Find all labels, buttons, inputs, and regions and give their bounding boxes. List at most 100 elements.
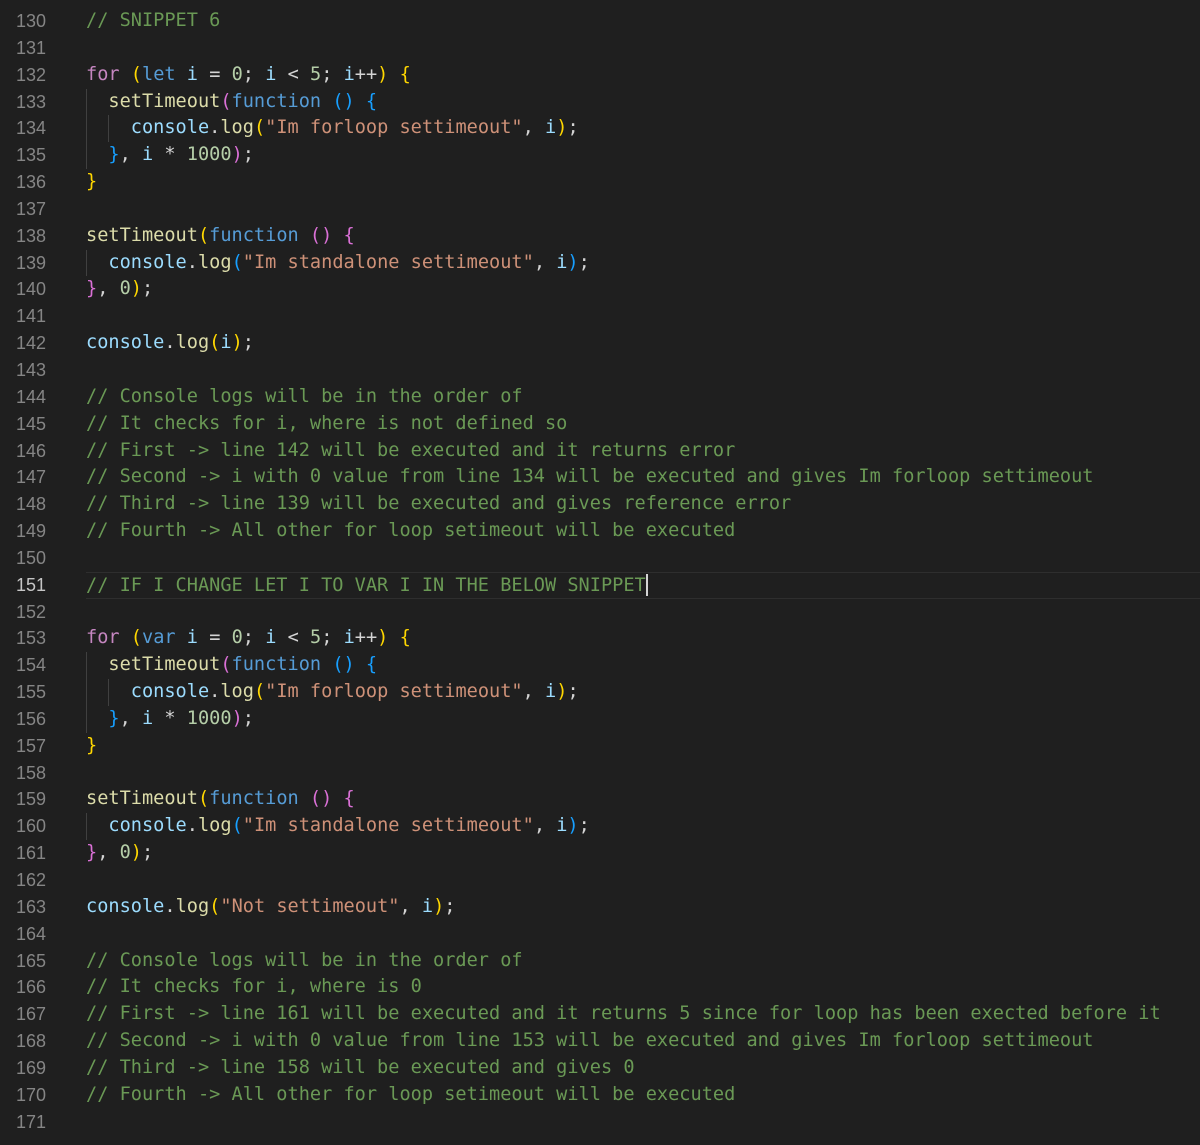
line-number: 138 [15, 225, 46, 246]
variable-i: i [141, 707, 154, 729]
variable-i: i [186, 627, 198, 649]
line-number: 131 [15, 37, 46, 58]
number: 0 [119, 278, 131, 300]
object-console: console [86, 895, 165, 917]
object-console: console [130, 681, 210, 703]
keyword-let: let [142, 63, 176, 85]
keyword-var: var [142, 627, 176, 649]
string-literal: "Im forloop settimeout" [265, 681, 523, 703]
line-number: 141 [15, 306, 46, 327]
line-number: 154 [15, 655, 46, 676]
code-area[interactable]: // SNIPPET 6 for (let i = 0; i < 5; i++)… [86, 8, 1200, 1135]
code-line: console.log("Im standalone settimeout", … [86, 813, 1200, 841]
line-number: 162 [15, 870, 46, 890]
code-line: // Second -> i with 0 value from line 13… [86, 464, 1200, 491]
code-line: console.log("Im forloop settimeout", i); [86, 115, 1200, 143]
code-line: // Console logs will be in the order of [86, 948, 1200, 975]
variable-i: i [421, 895, 434, 917]
code-line: }, i * 1000); [86, 705, 1200, 733]
comment: // Console logs will be in the order of [86, 385, 523, 407]
comment: // SNIPPET 6 [86, 10, 221, 31]
function-log: log [175, 895, 210, 917]
comment: // It checks for i, where is not defined… [86, 412, 568, 434]
line-number: 163 [15, 896, 46, 917]
code-line: console.log("Im standalone settimeout", … [86, 249, 1200, 277]
line-number: 158 [15, 762, 46, 783]
comment: // Second -> i with 0 value from line 15… [86, 1030, 1094, 1052]
code-line: } [86, 734, 98, 756]
line-number: 157 [15, 735, 46, 756]
code-line: console.log("Im forloop settimeout", i); [86, 679, 1200, 706]
comment: // Fourth -> All other for loop setimeou… [86, 1083, 736, 1105]
variable-i: i [220, 332, 232, 354]
function-call: setTimeout [108, 90, 221, 112]
code-line: for (var i = 0; i < 5; i++) { [86, 627, 411, 649]
function-log: log [220, 117, 254, 139]
number: 1000 [186, 707, 232, 729]
line-number: 151 [15, 574, 46, 595]
code-line: // Third -> line 158 will be executed an… [86, 1055, 1200, 1082]
variable-i: i [556, 251, 568, 273]
line-number: 136 [15, 172, 46, 193]
object-console: console [86, 332, 165, 354]
comment: // Second -> i with 0 value from line 13… [86, 466, 1094, 488]
code-line: }, 0); [86, 842, 154, 864]
line-number: 156 [15, 708, 46, 729]
line-number: 137 [15, 198, 46, 219]
function-log: log [220, 681, 254, 703]
variable-i: i [556, 815, 568, 837]
line-number: 150 [15, 547, 46, 568]
keyword-for: for [86, 63, 120, 85]
code-editor[interactable]: 130 131 132 133 134 135 136 137 138 139 140 141 142 1… [0, 0, 1200, 1145]
variable-i: i [265, 627, 277, 649]
line-number: 171 [15, 1111, 46, 1132]
number: 1000 [186, 144, 232, 166]
line-number: 143 [15, 359, 46, 380]
code-line: } [86, 171, 98, 193]
line-number: 146 [15, 440, 46, 461]
line-number: 159 [15, 789, 46, 810]
comment: // Third -> line 158 will be executed an… [86, 1056, 635, 1078]
string-literal: "Not settimeout" [220, 895, 400, 917]
line-number: 149 [15, 521, 46, 542]
line-number: 152 [15, 601, 46, 622]
line-number: 148 [15, 494, 46, 515]
line-number: 130 [15, 11, 46, 31]
variable-i: i [141, 144, 154, 166]
number: 0 [119, 842, 131, 864]
variable-i: i [343, 627, 355, 649]
variable-i: i [343, 63, 355, 85]
line-number: 165 [15, 950, 46, 971]
number: 5 [309, 63, 322, 85]
line-number: 142 [15, 333, 46, 354]
current-code-line[interactable]: // IF I CHANGE LET I TO VAR I IN THE BEL… [86, 571, 1200, 599]
comment: // Fourth -> All other for loop setimeou… [86, 520, 736, 542]
line-number: 167 [15, 1004, 46, 1025]
keyword-function: function [231, 654, 322, 676]
keyword-function: function [209, 788, 299, 810]
function-log: log [197, 815, 232, 837]
code-line: for (let i = 0; i < 5; i++) { [86, 63, 411, 85]
number: 0 [231, 63, 243, 85]
code-line: setTimeout(function () { [86, 88, 1200, 116]
code-line: // Fourth -> All other for loop setimeou… [86, 518, 1200, 545]
number: 5 [309, 627, 322, 649]
code-line: // Second -> i with 0 value from line 15… [86, 1028, 1200, 1055]
code-line: // It checks for i, where is 0 [86, 974, 1200, 1001]
code-line: // Console logs will be in the order of [86, 384, 1200, 411]
keyword-function: function [231, 90, 322, 112]
code-line: // SNIPPET 6 [86, 8, 1200, 35]
comment: // Third -> line 139 will be executed an… [86, 493, 792, 515]
line-number: 134 [15, 118, 46, 139]
text-cursor [645, 574, 648, 597]
variable-i: i [186, 63, 198, 85]
line-number: 161 [15, 843, 46, 864]
comment: // First -> line 161 will be executed an… [86, 1003, 1161, 1025]
string-literal: "Im standalone settimeout" [242, 251, 534, 273]
comment: // Console logs will be in the order of [86, 949, 523, 971]
